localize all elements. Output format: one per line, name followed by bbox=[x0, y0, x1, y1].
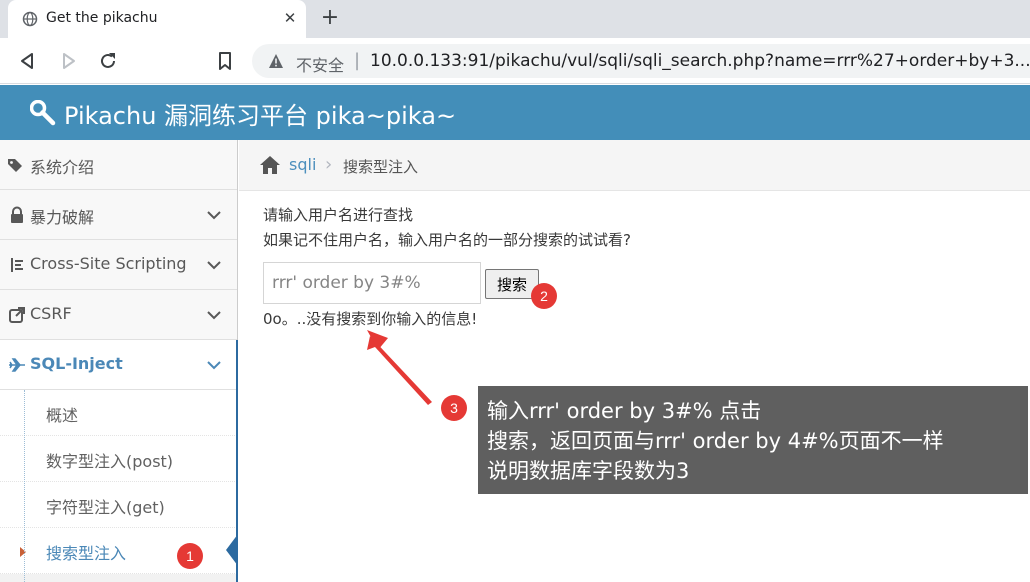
lock-icon bbox=[11, 206, 23, 223]
bookmark-icon[interactable] bbox=[214, 50, 236, 72]
search-prompt-line1: 请输入用户名进行查找 bbox=[263, 206, 414, 224]
plane-icon bbox=[9, 358, 25, 372]
chevron-down-icon bbox=[207, 211, 221, 220]
search-prompt-line2: 如果记不住用户名，输入用户名的一部分搜索的试试看? bbox=[263, 231, 631, 249]
chevron-down-icon bbox=[207, 361, 221, 370]
reload-icon[interactable] bbox=[97, 50, 119, 72]
browser-tab[interactable]: Get the pikachu ✕ bbox=[8, 0, 306, 38]
sidebar-item-sqli[interactable]: SQL-Inject bbox=[0, 340, 237, 390]
sidebar-subitem-label: 数字型注入(post) bbox=[46, 452, 174, 471]
new-tab-button[interactable]: + bbox=[318, 6, 342, 30]
sidebar-subitem-numeric-post[interactable]: 数字型注入(post) bbox=[0, 436, 237, 482]
tags-icon bbox=[8, 159, 22, 172]
browser-toolbar: 不安全 | 10.0.0.133:91/pikachu/vul/sqli/sql… bbox=[0, 38, 1030, 84]
share-icon bbox=[9, 307, 25, 323]
chevron-down-icon bbox=[207, 261, 221, 270]
list-icon bbox=[11, 258, 23, 272]
sidebar-item-csrf[interactable]: CSRF bbox=[0, 290, 237, 340]
sidebar-item-label: 系统介绍 bbox=[30, 158, 95, 177]
sidebar-subitem-overview[interactable]: 概述 bbox=[0, 390, 237, 436]
address-separator: | bbox=[354, 50, 361, 71]
wrench-icon bbox=[30, 100, 56, 126]
annotation-badge-1: 1 bbox=[177, 543, 203, 569]
annotation-callout: 输入rrr' order by 3#% 点击 搜索，返回页面与rrr' orde… bbox=[478, 386, 1028, 494]
breadcrumb-separator: › bbox=[325, 154, 333, 175]
url-text[interactable]: 10.0.0.133:91/pikachu/vul/sqli/sqli_sear… bbox=[370, 51, 1030, 71]
address-bar[interactable]: 不安全 | 10.0.0.133:91/pikachu/vul/sqli/sql… bbox=[252, 44, 1030, 78]
sidebar: 系统介绍 暴力破解 Cross-Site Scripting CSRF SQL-… bbox=[0, 140, 238, 582]
breadcrumb-link-sqli[interactable]: sqli bbox=[289, 155, 316, 174]
site-brand[interactable]: Pikachu 漏洞练习平台 pika~pika~ bbox=[64, 96, 456, 131]
caret-right-icon bbox=[20, 547, 26, 557]
submenu-tree-line bbox=[24, 390, 25, 582]
sidebar-item-label: Cross-Site Scripting bbox=[30, 254, 187, 273]
tab-title: Get the pikachu bbox=[46, 10, 158, 26]
warning-icon bbox=[269, 54, 283, 68]
home-icon[interactable] bbox=[259, 155, 281, 175]
sidebar-item-intro[interactable]: 系统介绍 bbox=[0, 140, 237, 190]
sidebar-subitem-label: 搜索型注入 bbox=[46, 544, 127, 563]
back-icon[interactable] bbox=[17, 50, 39, 72]
sidebar-item-label: CSRF bbox=[30, 304, 72, 323]
globe-icon bbox=[22, 11, 38, 27]
close-tab-icon[interactable]: ✕ bbox=[280, 8, 300, 28]
breadcrumb-current: 搜索型注入 bbox=[343, 158, 419, 176]
sidebar-item-bruteforce[interactable]: 暴力破解 bbox=[0, 190, 237, 240]
breadcrumb: sqli › 搜索型注入 bbox=[239, 140, 1030, 191]
site-header: Pikachu 漏洞练习平台 pika~pika~ bbox=[0, 85, 1030, 140]
sidebar-subitem-string-get[interactable]: 字符型注入(get) bbox=[0, 482, 237, 528]
insecure-label[interactable]: 不安全 bbox=[296, 52, 344, 76]
annotation-badge-3: 3 bbox=[441, 395, 467, 421]
chevron-down-icon bbox=[207, 311, 221, 320]
search-result-message: 0o。..没有搜索到你输入的信息! bbox=[263, 310, 478, 328]
annotation-badge-2: 2 bbox=[531, 283, 557, 309]
callout-line-1: 输入rrr' order by 3#% 点击 bbox=[487, 399, 762, 423]
callout-line-3: 说明数据库字段数为3 bbox=[487, 459, 690, 483]
callout-line-2: 搜索，返回页面与rrr' order by 4#%页面不一样 bbox=[487, 429, 944, 453]
sidebar-subitem-label: 概述 bbox=[46, 406, 79, 425]
forward-icon[interactable] bbox=[57, 50, 79, 72]
browser-tab-strip: Get the pikachu ✕ + bbox=[0, 0, 1030, 38]
sidebar-subitem-label: 字符型注入(get) bbox=[46, 498, 165, 517]
active-pointer-icon bbox=[226, 534, 238, 566]
sidebar-item-label: SQL-Inject bbox=[30, 354, 123, 373]
username-search-input[interactable] bbox=[263, 262, 481, 304]
sidebar-item-xss[interactable]: Cross-Site Scripting bbox=[0, 240, 237, 290]
sidebar-item-label: 暴力破解 bbox=[30, 208, 95, 227]
